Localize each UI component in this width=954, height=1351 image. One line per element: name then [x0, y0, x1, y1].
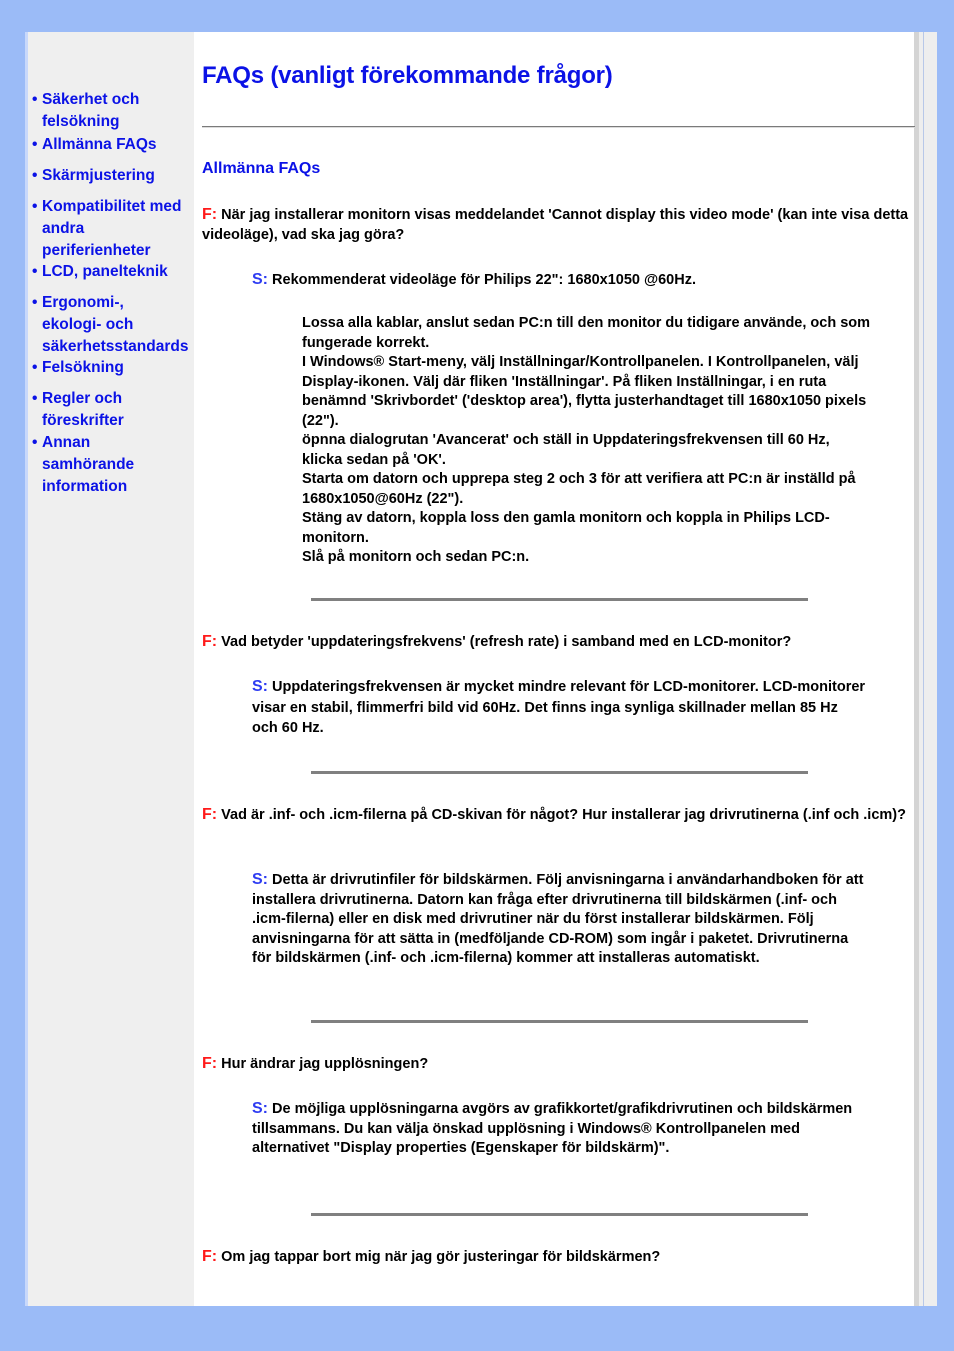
sidebar-item-allmanna-faqs[interactable]: • Allmänna FAQs — [32, 134, 202, 156]
step-4: Starta om datorn och upprepa steg 2 och … — [302, 471, 856, 507]
sidebar-item-label[interactable]: Säkerhet och felsökning — [32, 89, 202, 133]
faq-question: F: När jag installerar monitorn visas me… — [202, 205, 912, 245]
bullet-icon: • — [32, 136, 38, 153]
faq-answer: S: Rekommenderat videoläge för Philips 2… — [252, 270, 867, 290]
bullet-icon: • — [32, 434, 38, 451]
sidebar-item-label[interactable]: Felsökning — [32, 357, 202, 379]
right-border-panel — [914, 32, 937, 1306]
sidebar-item-label[interactable]: Kompatibilitet med andra periferienheter — [32, 196, 192, 262]
sidebar-item-label[interactable]: Annan samhörande information — [32, 432, 152, 498]
sidebar-nav: • Säkerhet och felsökning • Allmänna FAQ… — [28, 32, 194, 1306]
faq-question: F: Om jag tappar bort mig när jag gör ju… — [202, 1247, 912, 1267]
answer-marker: S: — [252, 271, 268, 288]
question-marker: F: — [202, 1055, 218, 1072]
step-1: Lossa alla kablar, anslut sedan PC:n til… — [302, 315, 871, 351]
sidebar-item-annan-information[interactable]: • Annan samhörande information — [32, 432, 152, 498]
answer-text: Rekommenderat videoläge för Philips 22":… — [272, 272, 697, 288]
question-text: Om jag tappar bort mig när jag gör juste… — [221, 1249, 661, 1265]
faq-answer: S: De möjliga upplösningarna avgörs av g… — [252, 1099, 867, 1159]
question-marker: F: — [202, 1248, 218, 1265]
sidebar-item-lcd-panelteknik[interactable]: • LCD, panelteknik — [32, 261, 202, 283]
bullet-icon: • — [32, 91, 38, 108]
right-border-line — [923, 32, 924, 1306]
question-text: Vad är .inf- och .icm-filerna på CD-skiv… — [221, 807, 906, 823]
bullet-icon: • — [32, 263, 38, 280]
faq-answer: S: Uppdateringsfrekvensen är mycket mind… — [252, 677, 867, 739]
bullet-icon: • — [32, 359, 38, 376]
sidebar-item-felsokning[interactable]: • Felsökning — [32, 357, 202, 379]
sidebar-item-label[interactable]: LCD, panelteknik — [32, 261, 202, 283]
bullet-icon: • — [32, 167, 38, 184]
sidebar-item-ergonomi[interactable]: • Ergonomi-, ekologi- och säkerhetsstand… — [32, 292, 188, 358]
question-text: Vad betyder 'uppdateringsfrekvens' (refr… — [221, 634, 792, 650]
sidebar-item-label[interactable]: Skärmjustering — [32, 165, 202, 187]
sidebar-item-skarmjustering[interactable]: • Skärmjustering — [32, 165, 202, 187]
faq-question: F: Hur ändrar jag upplösningen? — [202, 1054, 912, 1074]
step-6: Slå på monitorn och sedan PC:n. — [302, 549, 530, 565]
question-marker: F: — [202, 206, 218, 223]
sidebar-item-label[interactable]: Allmänna FAQs — [32, 134, 202, 156]
step-2: I Windows® Start-meny, välj Inställninga… — [302, 354, 867, 429]
faq-question: F: Vad är .inf- och .icm-filerna på CD-s… — [202, 805, 912, 825]
sidebar-item-label[interactable]: Ergonomi-, ekologi- och säkerhetsstandar… — [32, 292, 188, 358]
faq-question: F: Vad betyder 'uppdateringsfrekvens' (r… — [202, 632, 912, 652]
bullet-icon: • — [32, 390, 38, 407]
faq-separator — [311, 1213, 808, 1216]
sidebar-item-regler-och-foreskrifter[interactable]: • Regler och föreskrifter — [32, 388, 142, 432]
question-marker: F: — [202, 806, 218, 823]
faq-separator — [311, 1020, 808, 1023]
question-marker: F: — [202, 633, 218, 650]
bullet-icon: • — [32, 198, 38, 215]
sidebar-item-sakerhet-och-felsokning[interactable]: • Säkerhet och felsökning — [32, 89, 202, 133]
question-text: När jag installerar monitorn visas medde… — [202, 207, 909, 243]
question-text: Hur ändrar jag upplösningen? — [221, 1056, 429, 1072]
title-divider — [202, 126, 915, 128]
answer-text: Detta är drivrutinfiler för bildskärmen.… — [252, 872, 864, 966]
section-heading: Allmänna FAQs — [202, 160, 321, 177]
faq-answer: S: Detta är drivrutinfiler för bildskärm… — [252, 870, 867, 969]
answer-steps: Lossa alla kablar, anslut sedan PC:n til… — [302, 314, 872, 568]
answer-text: De möjliga upplösningarna avgörs av graf… — [252, 1101, 853, 1156]
bullet-icon: • — [32, 294, 38, 311]
sidebar-item-label[interactable]: Regler och föreskrifter — [32, 388, 142, 432]
step-3: öpnna dialogrutan 'Avancerat' och ställ … — [302, 432, 830, 468]
faq-separator — [311, 598, 808, 601]
faq-separator — [311, 771, 808, 774]
answer-marker: S: — [252, 871, 268, 888]
answer-marker: S: — [252, 678, 268, 695]
answer-marker: S: — [252, 1100, 268, 1117]
page-title: FAQs (vanligt förekommande frågor) — [202, 62, 613, 89]
sidebar-item-kompatibilitet[interactable]: • Kompatibilitet med andra periferienhet… — [32, 196, 192, 262]
answer-text: Uppdateringsfrekvensen är mycket mindre … — [252, 679, 866, 736]
right-border-shade — [914, 32, 919, 1306]
step-5: Stäng av datorn, koppla loss den gamla m… — [302, 510, 830, 546]
